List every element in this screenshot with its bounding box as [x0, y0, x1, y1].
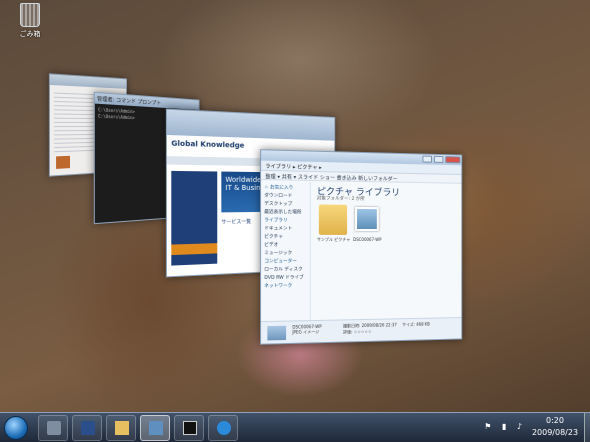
- nav-item[interactable]: ライブラリ: [264, 217, 306, 225]
- taskbar-btn-powershell[interactable]: [72, 415, 102, 441]
- nav-item[interactable]: 最近表示した場所: [264, 209, 306, 218]
- services-label[interactable]: サービス一覧: [221, 218, 251, 226]
- nav-item[interactable]: コンピューター: [264, 258, 306, 266]
- nav-item[interactable]: ネットワーク: [264, 283, 306, 292]
- details-thumbnail: [267, 325, 287, 341]
- powershell-icon: [81, 421, 95, 435]
- taskbar-btn-explorer[interactable]: [38, 415, 68, 441]
- nav-item[interactable]: ピクチャ: [264, 234, 306, 242]
- taskbar: ⚑ ▮ ♪ 0:20 2009/08/23: [0, 412, 590, 442]
- cmd-icon: [183, 421, 197, 435]
- details-size: サイズ: 468 KB: [402, 321, 430, 328]
- ie-icon: [217, 421, 231, 435]
- clock-date: 2009/08/23: [531, 428, 579, 437]
- clock-time: 0:20: [546, 416, 564, 425]
- recycle-bin[interactable]: ごみ箱: [12, 3, 48, 39]
- details-rating: 評価: ☆☆☆☆☆: [343, 328, 372, 335]
- show-desktop-button[interactable]: [584, 413, 590, 442]
- taskbar-btn-network[interactable]: [140, 415, 170, 441]
- nav-item[interactable]: ドキュメント: [264, 225, 306, 233]
- close-icon[interactable]: [445, 156, 461, 164]
- taskbar-btn-folders[interactable]: [106, 415, 136, 441]
- photo-label[interactable]: DSC00067-WP: [353, 237, 381, 242]
- window-explorer[interactable]: ライブラリ ▸ ピクチャ ▸ 整理 ▾ 共有 ▾ スライド ショー 書き込み 新…: [260, 149, 463, 345]
- folder-label[interactable]: サンプル ピクチャ: [317, 237, 350, 243]
- recycle-bin-label: ごみ箱: [19, 30, 41, 38]
- taskbar-btn-cmd[interactable]: [174, 415, 204, 441]
- recycle-bin-icon: [20, 3, 40, 27]
- start-button[interactable]: [4, 416, 28, 440]
- details-pane: DSC00067-WP JPEG イメージ 撮影日時: 2009/08/26 2…: [261, 317, 462, 344]
- nav-item[interactable]: ビデオ: [264, 242, 306, 250]
- window-titlebar[interactable]: [49, 74, 127, 89]
- photo-thumbnail[interactable]: [355, 206, 379, 232]
- system-tray[interactable]: ⚑ ▮ ♪: [484, 422, 526, 431]
- taskbar-btn-ie[interactable]: [208, 415, 238, 441]
- folder-icon: [115, 421, 129, 435]
- site-orange-block[interactable]: [171, 243, 218, 256]
- network-icon: [149, 421, 163, 435]
- nav-item[interactable]: ミュージック: [264, 250, 306, 258]
- nav-item[interactable]: DVD RW ドライブ: [264, 274, 306, 283]
- maximize-icon[interactable]: [433, 155, 444, 163]
- minimize-icon[interactable]: [422, 155, 432, 163]
- clock[interactable]: 0:20 2009/08/23: [528, 415, 582, 439]
- library-subtitle[interactable]: 対象フォルダー: 2 か所: [317, 195, 365, 202]
- navigation-pane[interactable]: ☆ お気に入り ダウンロード デスクトップ 最近表示した場所 ライブラリ ドキュメント ピク…: [261, 181, 311, 322]
- explorer-icon: [47, 421, 61, 435]
- folder-icon[interactable]: [318, 204, 348, 235]
- thumbnail-image: [56, 155, 71, 169]
